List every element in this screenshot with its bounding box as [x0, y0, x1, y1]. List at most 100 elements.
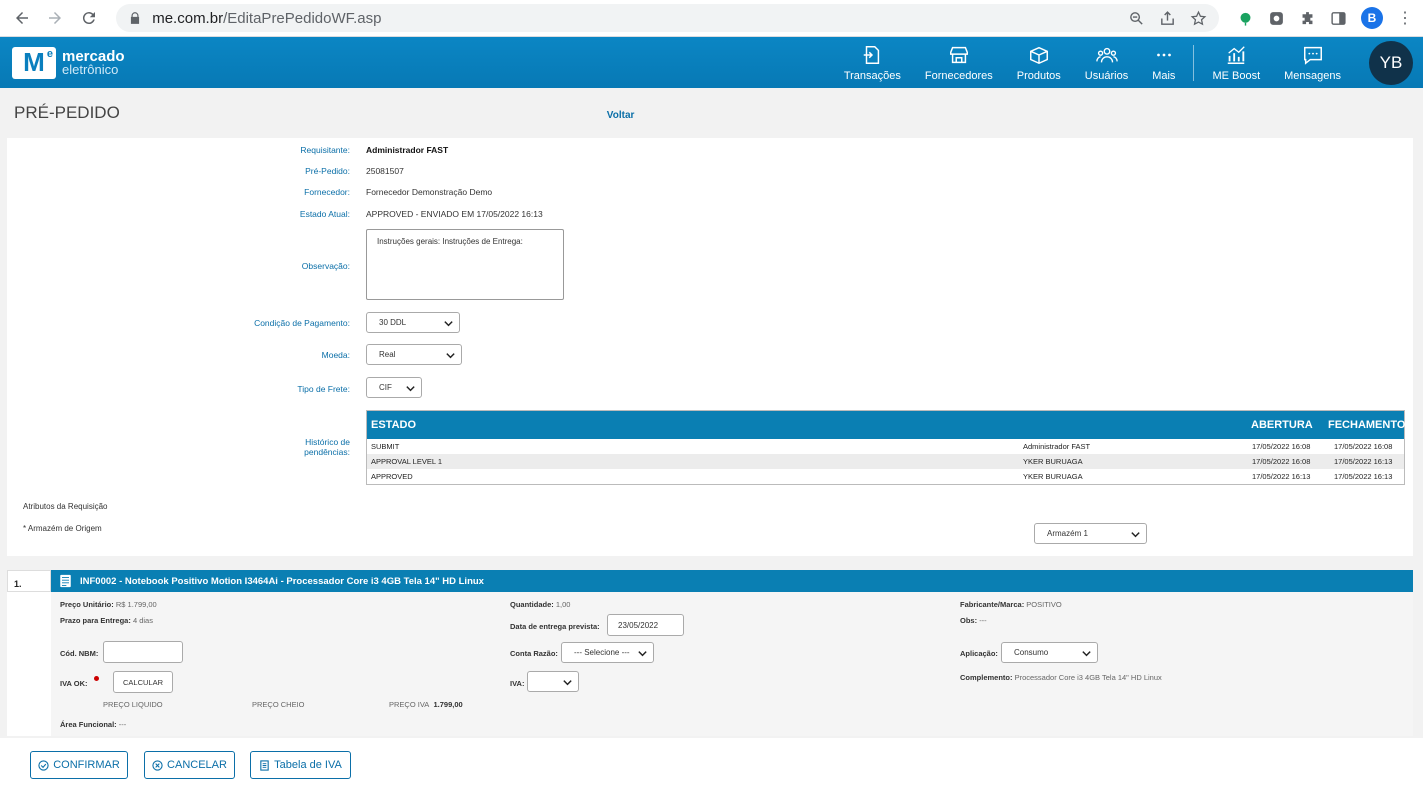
- sidepanel-icon[interactable]: [1330, 10, 1347, 27]
- reload-icon[interactable]: [77, 6, 100, 30]
- nav-label: ME Boost: [1212, 69, 1261, 82]
- extension-leaf-icon[interactable]: [1237, 10, 1254, 27]
- col-estado: ESTADO: [371, 419, 417, 431]
- obs-value: ---: [979, 616, 987, 625]
- zoom-icon[interactable]: [1128, 10, 1145, 27]
- cell-usuario: YKER BURUAGA: [1023, 472, 1083, 481]
- iva-label: IVA:: [510, 679, 524, 688]
- cell-fechamento: 17/05/2022 16:13: [1334, 472, 1393, 481]
- confirm-button[interactable]: CONFIRMAR: [30, 751, 128, 779]
- logo-sup: e: [46, 47, 53, 60]
- quantidade-label: Quantidade:: [510, 600, 554, 609]
- nav-mensagens[interactable]: Mensagens: [1272, 44, 1353, 82]
- page-title: PRÉ-PEDIDO: [14, 103, 120, 122]
- iva-select[interactable]: [527, 671, 579, 692]
- prazo-entrega: Prazo para Entrega: 4 dias: [60, 616, 153, 625]
- table-row: SUBMIT Administrador FAST 17/05/2022 16:…: [367, 439, 1404, 454]
- nav-mais[interactable]: Mais: [1140, 44, 1187, 82]
- aplicacao-label-text: Aplicação:: [960, 649, 998, 658]
- footer-actions: CONFIRMAR CANCELAR Tabela de IVA: [0, 738, 1423, 793]
- moeda-select[interactable]: Real: [366, 344, 462, 365]
- browser-toolbar: me.com.br/EditaPrePedidoWF.asp B ⋮: [0, 0, 1423, 37]
- nav-produtos[interactable]: Produtos: [1005, 44, 1073, 82]
- iva-ok-label-text: IVA OK:: [60, 679, 88, 688]
- nav-label: Mais: [1152, 69, 1176, 82]
- data-entrega-input[interactable]: 23/05/2022: [607, 614, 684, 636]
- back-link[interactable]: Voltar: [607, 110, 635, 121]
- check-circle-icon: [38, 759, 49, 771]
- moeda-value: Real: [379, 350, 396, 359]
- pagamento-label: Condição de Pagamento:: [254, 318, 350, 328]
- complemento-label: Complemento:: [960, 673, 1013, 682]
- share-icon[interactable]: [1159, 10, 1176, 27]
- puzzle-icon[interactable]: [1299, 10, 1316, 27]
- nav-fornecedores[interactable]: Fornecedores: [913, 44, 1005, 82]
- item-title-bar: INF0002 - Notebook Positivo Motion I3464…: [51, 570, 1413, 592]
- conta-razao-select[interactable]: --- Selecione ---: [561, 642, 654, 663]
- frete-select[interactable]: CIF: [366, 377, 422, 398]
- document-icon: [260, 759, 269, 771]
- pre-pedido-label: Pré-Pedido:: [305, 166, 350, 176]
- aplicacao-select[interactable]: Consumo: [1001, 642, 1098, 663]
- user-avatar[interactable]: YB: [1369, 40, 1413, 85]
- conta-label-text: Conta Razão:: [510, 649, 558, 658]
- cell-usuario: YKER BURUAGA: [1023, 457, 1083, 466]
- iva-table-button[interactable]: Tabela de IVA: [250, 751, 351, 779]
- preco-unitario-value: R$ 1.799,00: [115, 600, 157, 609]
- chevron-down-icon: [638, 651, 647, 657]
- quantidade: Quantidade: 1,00: [510, 600, 570, 609]
- nbm-label-text: Cód. NBM:: [60, 649, 99, 658]
- pre-pedido-value: 25081507: [366, 166, 404, 176]
- chevron-down-icon: [563, 680, 572, 686]
- nav-me-boost[interactable]: ME Boost: [1200, 44, 1272, 82]
- history-header: ESTADO ABERTURA FECHAMENTO: [367, 411, 1405, 439]
- pagamento-value: 30 DDL: [379, 318, 407, 327]
- back-arrow-icon[interactable]: [10, 6, 33, 30]
- calcular-button[interactable]: CALCULAR: [113, 671, 173, 693]
- logo-line2: eletrônico: [62, 61, 119, 77]
- nbm-input[interactable]: [103, 641, 183, 663]
- complemento: Complemento: Processador Core i3 4GB Tel…: [960, 673, 1162, 682]
- fabricante-label: Fabricante/Marca:: [960, 600, 1025, 609]
- cancel-button[interactable]: CANCELAR: [144, 751, 235, 779]
- box-icon: [1029, 46, 1048, 64]
- logo[interactable]: Me mercado eletrônico: [12, 46, 125, 79]
- nav-label: Usuários: [1084, 69, 1129, 82]
- star-icon[interactable]: [1190, 10, 1207, 27]
- pagamento-select[interactable]: 30 DDL: [366, 312, 460, 333]
- nav-label: Mensagens: [1284, 69, 1341, 82]
- prazo-label: Prazo para Entrega:: [60, 616, 131, 625]
- preco-iva-value: 1.799,00: [433, 700, 463, 709]
- x-circle-icon: [152, 759, 163, 771]
- armazem-value: Armazém 1: [1047, 529, 1088, 538]
- nav-label: Transações: [843, 69, 901, 82]
- item-details: Preço Unitário: R$ 1.799,00 Prazo para E…: [7, 592, 1413, 736]
- address-bar[interactable]: me.com.br/EditaPrePedidoWF.asp: [116, 4, 1219, 32]
- prazo-value: 4 dias: [132, 616, 153, 625]
- history-table: ESTADO ABERTURA FECHAMENTO SUBMIT Admini…: [366, 410, 1405, 485]
- preco-unitario-label: Preço Unitário:: [60, 600, 114, 609]
- profile-avatar[interactable]: B: [1360, 7, 1383, 29]
- forward-arrow-icon[interactable]: [43, 6, 66, 30]
- frete-value: CIF: [379, 383, 392, 392]
- app-header: Me mercado eletrônico Transações Fornece…: [0, 37, 1423, 88]
- observacao-textarea[interactable]: Instruções gerais: Instruções de Entrega…: [366, 229, 564, 300]
- armazem-select[interactable]: Armazém 1: [1034, 523, 1147, 544]
- fornecedor-value: Fornecedor Demonstração Demo: [366, 187, 493, 197]
- logo-mark: Me: [12, 46, 56, 79]
- nav-label: Produtos: [1016, 69, 1061, 82]
- nav-usuarios[interactable]: Usuários: [1073, 44, 1140, 82]
- data-entrega-label-text: Data de entrega prevista:: [510, 622, 600, 631]
- fornecedor-label: Fornecedor:: [304, 187, 350, 197]
- nbm-label: Cód. NBM:: [60, 649, 98, 658]
- estado-value: APPROVED - ENVIADO EM 17/05/2022 16:13: [366, 209, 543, 219]
- browser-menu-icon[interactable]: ⋮: [1397, 8, 1413, 28]
- chevron-down-icon: [1131, 532, 1140, 538]
- extension-c-icon[interactable]: [1268, 10, 1285, 27]
- logo-letter: M: [23, 47, 45, 77]
- transactions-icon: [864, 45, 880, 64]
- cell-fechamento: 17/05/2022 16:08: [1334, 442, 1393, 451]
- table-row: APPROVAL LEVEL 1 YKER BURUAGA 17/05/2022…: [367, 454, 1404, 469]
- nav-transacoes[interactable]: Transações: [832, 44, 913, 82]
- cell-usuario: Administrador FAST: [1023, 442, 1091, 451]
